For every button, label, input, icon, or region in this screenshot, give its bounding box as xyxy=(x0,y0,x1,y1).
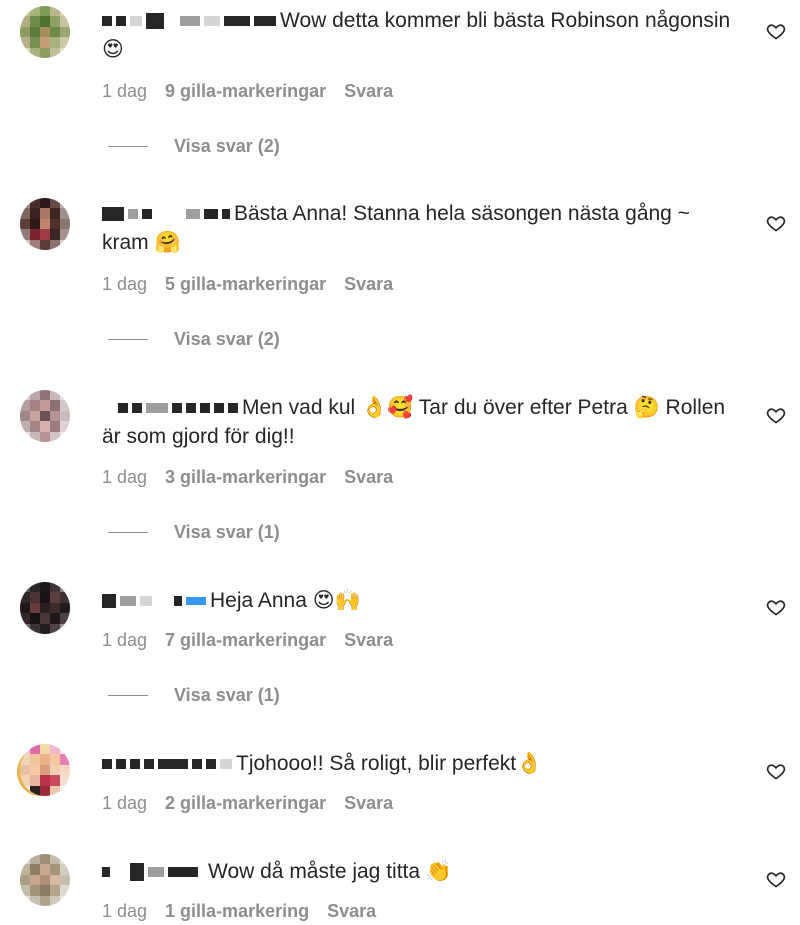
avatar[interactable] xyxy=(20,390,70,442)
comment-time[interactable]: 1 dag xyxy=(102,80,147,102)
heart-outline-icon[interactable] xyxy=(766,869,786,889)
heart-outline-icon[interactable] xyxy=(766,761,786,781)
comment-meta: 1 dag 2 gilla-markeringar Svara xyxy=(102,792,393,814)
comment-body: Wow då måste jag titta 👏 xyxy=(208,860,453,883)
replies-divider xyxy=(108,339,148,340)
reply-button[interactable]: Svara xyxy=(344,80,393,102)
reply-button[interactable]: Svara xyxy=(327,900,376,922)
comment-meta: 1 dag 1 gilla-markering Svara xyxy=(102,900,376,922)
reply-button[interactable]: Svara xyxy=(344,466,393,488)
comment-time[interactable]: 1 dag xyxy=(102,792,147,814)
comment-meta: 1 dag 9 gilla-markeringar Svara xyxy=(102,80,393,102)
username-redacted[interactable] xyxy=(102,860,208,883)
comment-text: Wow detta kommer bli bästa Robinson någo… xyxy=(102,6,742,64)
comment-time[interactable]: 1 dag xyxy=(102,466,147,488)
comment-time[interactable]: 1 dag xyxy=(102,900,147,922)
heart-outline-icon[interactable] xyxy=(766,405,786,425)
avatar[interactable] xyxy=(20,6,70,58)
view-replies-label: Visa svar (1) xyxy=(174,685,280,705)
reply-button[interactable]: Svara xyxy=(344,273,393,295)
comment-text: Tjohooo!! Så roligt, blir perfekt👌 xyxy=(102,749,742,778)
avatar-story-ring[interactable] xyxy=(20,744,70,796)
view-replies-label: Visa svar (1) xyxy=(174,522,280,542)
username-redacted[interactable] xyxy=(102,9,280,32)
heart-outline-icon[interactable] xyxy=(766,21,786,41)
comment-text: Bästa Anna! Stanna hela säsongen nästa g… xyxy=(102,199,742,257)
comment-meta: 1 dag 5 gilla-markeringar Svara xyxy=(102,273,393,295)
avatar[interactable] xyxy=(20,854,70,906)
username-redacted[interactable] xyxy=(102,752,236,775)
replies-divider xyxy=(108,146,148,147)
view-replies-button[interactable]: Visa svar (1) xyxy=(108,685,280,706)
comment-time[interactable]: 1 dag xyxy=(102,273,147,295)
view-replies-label: Visa svar (2) xyxy=(174,136,280,156)
likes-count[interactable]: 1 gilla-markering xyxy=(165,900,309,922)
likes-count[interactable]: 3 gilla-markeringar xyxy=(165,466,326,488)
view-replies-label: Visa svar (2) xyxy=(174,329,280,349)
username-redacted[interactable] xyxy=(102,396,242,419)
view-replies-button[interactable]: Visa svar (2) xyxy=(108,329,280,350)
likes-count[interactable]: 5 gilla-markeringar xyxy=(165,273,326,295)
likes-count[interactable]: 9 gilla-markeringar xyxy=(165,80,326,102)
avatar[interactable] xyxy=(20,582,70,634)
view-replies-button[interactable]: Visa svar (1) xyxy=(108,522,280,543)
avatar[interactable] xyxy=(20,198,70,250)
view-replies-button[interactable]: Visa svar (2) xyxy=(108,136,280,157)
comment-body: Heja Anna 😍🙌 xyxy=(210,589,361,612)
replies-divider xyxy=(108,532,148,533)
reply-button[interactable]: Svara xyxy=(344,629,393,651)
reply-button[interactable]: Svara xyxy=(344,792,393,814)
comment-text: Wow då måste jag titta 👏 xyxy=(102,857,742,886)
heart-outline-icon[interactable] xyxy=(766,597,786,617)
username-redacted[interactable] xyxy=(102,202,234,225)
comment-meta: 1 dag 3 gilla-markeringar Svara xyxy=(102,466,393,488)
comment-text: Men vad kul 👌🥰 Tar du över efter Petra 🤔… xyxy=(102,393,742,451)
comment-body: Tjohooo!! Så roligt, blir perfekt👌 xyxy=(236,752,543,775)
comment-text: Heja Anna 😍🙌 xyxy=(102,586,742,615)
likes-count[interactable]: 2 gilla-markeringar xyxy=(165,792,326,814)
replies-divider xyxy=(108,695,148,696)
comment-meta: 1 dag 7 gilla-markeringar Svara xyxy=(102,629,393,651)
comment-time[interactable]: 1 dag xyxy=(102,629,147,651)
username-redacted[interactable] xyxy=(102,589,210,612)
heart-outline-icon[interactable] xyxy=(766,213,786,233)
likes-count[interactable]: 7 gilla-markeringar xyxy=(165,629,326,651)
